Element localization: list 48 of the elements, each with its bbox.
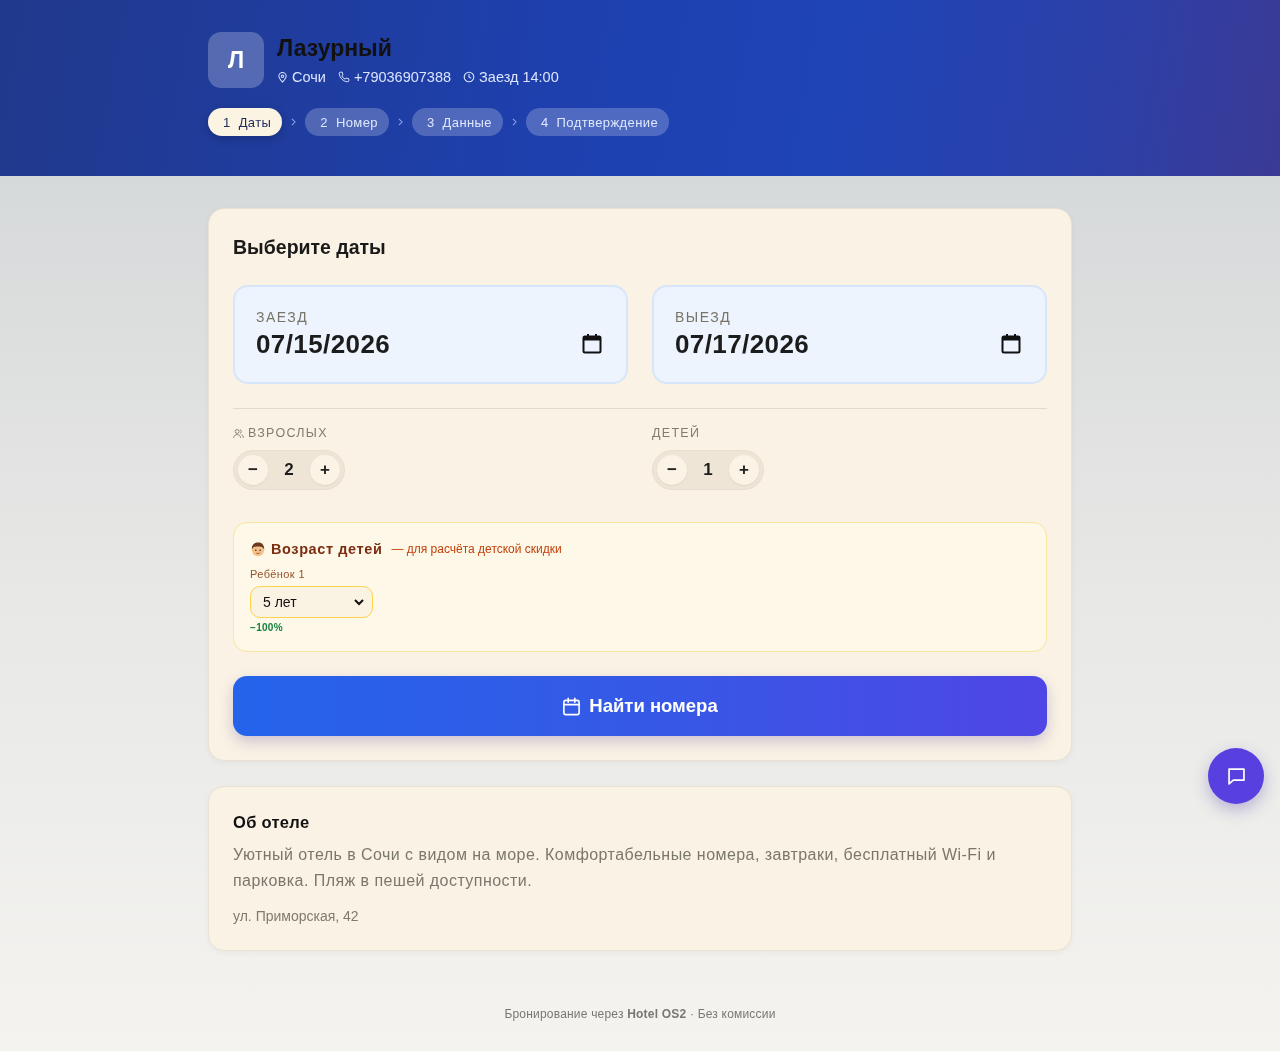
field-label: ЗАЕЗД bbox=[256, 308, 309, 326]
step-tab[interactable]: 1 Даты bbox=[208, 108, 283, 136]
panel-subtitle: — для расчёта детской скидки bbox=[391, 542, 562, 556]
section-title: Об отеле bbox=[233, 812, 311, 833]
date-field[interactable]: ВЫЕЗД 07/17/2026 bbox=[652, 285, 1047, 384]
step-tab[interactable]: 3 Данные bbox=[411, 108, 503, 136]
calendar-icon[interactable] bbox=[582, 334, 602, 354]
hotel-name: Лазурный bbox=[277, 34, 392, 62]
step-tab[interactable]: 4 Подтверждение bbox=[525, 108, 670, 136]
chat-button[interactable] bbox=[1208, 748, 1264, 804]
panel-title: Возраст детей bbox=[271, 540, 383, 558]
chevron-right-icon bbox=[397, 118, 403, 126]
clock-icon bbox=[463, 71, 476, 83]
guest-count: 2 bbox=[283, 460, 295, 480]
decrease-button[interactable]: − bbox=[657, 455, 687, 485]
hotel-logo: Л bbox=[208, 32, 264, 88]
decrease-button[interactable]: − bbox=[238, 455, 268, 485]
chat-bubble-icon bbox=[1227, 767, 1245, 785]
date-field[interactable]: ЗАЕЗД 07/15/2026 bbox=[233, 285, 628, 384]
step-tab[interactable]: 2 Номер bbox=[305, 108, 389, 136]
increase-button[interactable]: + bbox=[729, 455, 759, 485]
chevron-right-icon bbox=[511, 118, 517, 126]
child-face-icon bbox=[250, 541, 266, 557]
hotel-info-text: Сочи bbox=[292, 69, 326, 85]
child-label: Ребёнок 1 bbox=[250, 567, 306, 581]
chevron-right-icon bbox=[291, 118, 297, 126]
people-icon bbox=[233, 427, 244, 439]
calendar-icon[interactable] bbox=[1001, 334, 1021, 354]
guest-label: ВЗРОСЛЫХ bbox=[248, 425, 328, 441]
search-rooms-button[interactable]: Найти номера bbox=[233, 676, 1047, 736]
calendar-icon bbox=[562, 696, 582, 716]
location-pin-icon bbox=[277, 71, 288, 83]
hotel-info-text: Заезд 14:00 bbox=[479, 69, 559, 85]
phone-icon bbox=[337, 71, 350, 83]
hotel-info-text: +79036907388 bbox=[353, 69, 452, 85]
discount-text: −100% bbox=[250, 621, 283, 635]
chevron-down-icon bbox=[354, 598, 364, 606]
date-value: 07/15/2026 bbox=[256, 328, 391, 360]
guest-label: ДЕТЕЙ bbox=[652, 425, 701, 441]
hotel-address: ул. Приморская, 42 bbox=[233, 907, 360, 926]
guest-count: 1 bbox=[702, 460, 714, 480]
increase-button[interactable]: + bbox=[310, 455, 340, 485]
section-title: Выберите даты bbox=[233, 235, 387, 260]
footer-text: Бронирование через Hotel OS2 · Без комиссии bbox=[503, 1006, 777, 1022]
field-label: ВЫЕЗД bbox=[675, 308, 732, 326]
date-value: 07/17/2026 bbox=[675, 328, 810, 360]
hotel-description: Уютный отель в Сочи с видом на море. Комфортабельные номера, завтраки, бесплатный Wi-Fi и парковка. Пляж в пешей доступности. bbox=[233, 845, 997, 891]
age-select[interactable]: 5 лет bbox=[250, 586, 373, 618]
